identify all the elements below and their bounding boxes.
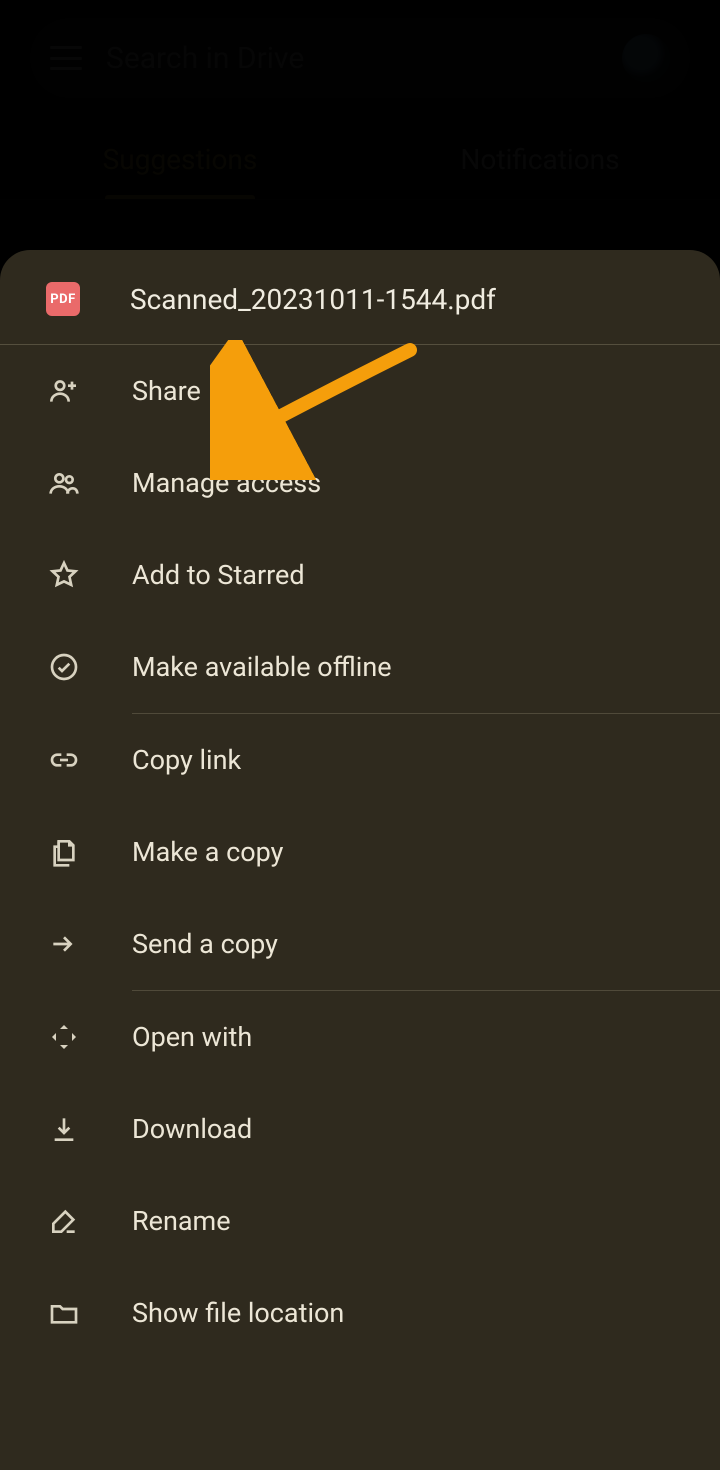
menu-label: Copy link	[132, 744, 241, 776]
pdf-badge-icon: PDF	[46, 282, 80, 316]
people-icon	[46, 465, 82, 501]
file-name: Scanned_20231011-1544.pdf	[130, 283, 496, 316]
menu-label: Open with	[132, 1021, 252, 1053]
menu-item-show-file-location[interactable]: Show file location	[0, 1267, 720, 1359]
offline-icon	[46, 649, 82, 685]
menu-item-make-copy[interactable]: Make a copy	[0, 806, 720, 898]
copy-icon	[46, 834, 82, 870]
menu-label: Download	[132, 1113, 252, 1145]
menu-item-available-offline[interactable]: Make available offline	[0, 621, 720, 713]
menu-item-manage-access[interactable]: Manage access	[0, 437, 720, 529]
sheet-header: PDF Scanned_20231011-1544.pdf	[0, 250, 720, 345]
download-icon	[46, 1111, 82, 1147]
menu-label: Show file location	[132, 1297, 344, 1329]
context-menu: Share Manage access Add to Starred Make …	[0, 345, 720, 1470]
star-icon	[46, 557, 82, 593]
menu-label: Make available offline	[132, 651, 392, 683]
menu-item-send-copy[interactable]: Send a copy	[0, 898, 720, 990]
menu-label: Rename	[132, 1205, 231, 1237]
menu-item-download[interactable]: Download	[0, 1083, 720, 1175]
menu-item-copy-link[interactable]: Copy link	[0, 714, 720, 806]
rename-icon	[46, 1203, 82, 1239]
folder-icon	[46, 1295, 82, 1331]
menu-item-add-starred[interactable]: Add to Starred	[0, 529, 720, 621]
menu-label: Send a copy	[132, 928, 278, 960]
menu-label: Make a copy	[132, 836, 283, 868]
person-add-icon	[46, 373, 82, 409]
menu-item-open-with[interactable]: Open with	[0, 991, 720, 1083]
send-icon	[46, 926, 82, 962]
bottom-sheet: PDF Scanned_20231011-1544.pdf Share Mana…	[0, 250, 720, 1470]
menu-item-rename[interactable]: Rename	[0, 1175, 720, 1267]
menu-item-share[interactable]: Share	[0, 345, 720, 437]
menu-label: Add to Starred	[132, 559, 305, 591]
menu-label: Share	[132, 375, 201, 407]
open-with-icon	[46, 1019, 82, 1055]
menu-label: Manage access	[132, 467, 321, 499]
link-icon	[46, 742, 82, 778]
